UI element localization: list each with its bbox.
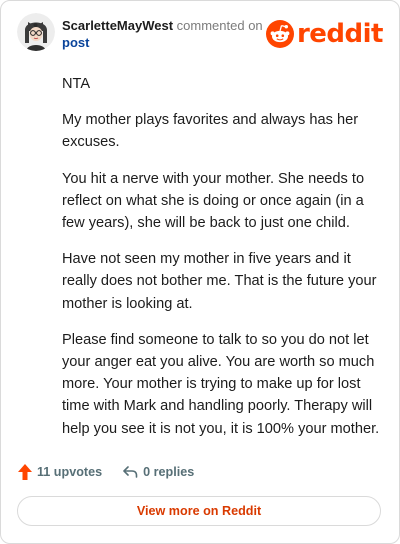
reply-count: 0 replies	[143, 465, 195, 479]
byline: ScarletteMayWest commented on post	[62, 17, 272, 51]
comment-paragraph: Have not seen my mother in five years an…	[62, 251, 377, 312]
comment-actions: 11 upvotes 0 replies	[17, 460, 194, 484]
reply-arrow-icon	[123, 466, 138, 478]
view-more-button[interactable]: View more on Reddit	[17, 496, 381, 526]
username-link[interactable]: ScarletteMayWest	[62, 18, 173, 33]
reply-button[interactable]: 0 replies	[122, 465, 194, 479]
avatar-icon	[17, 13, 55, 51]
reddit-logo[interactable]: reddit	[265, 19, 384, 49]
comment-header: ScarletteMayWest commented on post reddi…	[17, 13, 384, 53]
comment-paragraph: You hit a nerve with your mother. She ne…	[62, 170, 365, 232]
upvote-button[interactable]: 11 upvotes	[17, 463, 102, 481]
post-link[interactable]: post	[62, 34, 272, 51]
comment-paragraph: My mother plays favorites and always has…	[62, 112, 359, 151]
avatar[interactable]	[17, 13, 55, 51]
commented-on-text: commented on	[176, 18, 263, 33]
comment-embed-card: ScarletteMayWest commented on post reddi…	[0, 0, 400, 544]
comment-paragraph: NTA	[62, 76, 91, 92]
reddit-wordmark: reddit	[296, 19, 384, 49]
comment-body: NTA My mother plays favorites and always…	[62, 73, 382, 454]
upvote-count: 11 upvotes	[37, 465, 103, 479]
reddit-logo-icon	[265, 20, 294, 48]
comment-paragraph: Please find someone to talk to so you do…	[62, 331, 380, 437]
upvote-arrow-icon	[18, 464, 32, 480]
